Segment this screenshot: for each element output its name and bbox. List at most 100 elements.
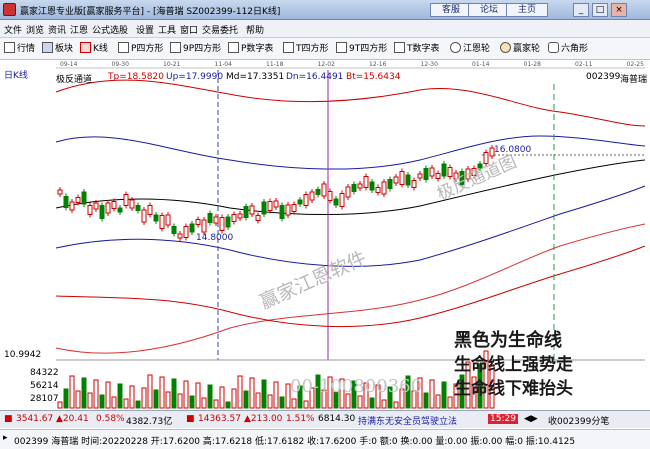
date-tick: 12-02 xyxy=(318,61,336,68)
candle-body xyxy=(411,180,417,188)
volume-bar xyxy=(147,374,153,409)
toolbar-winner-wheel-button[interactable]: 赢家轮 xyxy=(500,42,540,56)
volume-bar xyxy=(357,395,363,409)
toolbar-9p-square-button[interactable]: 9P四方形 xyxy=(170,42,221,56)
toolbar-kline-button[interactable]: K线 xyxy=(80,42,108,56)
date-tick: 09-30 xyxy=(112,61,130,68)
menu-news[interactable]: 资讯 xyxy=(48,23,66,36)
candle-body xyxy=(369,181,375,191)
volume-bar xyxy=(117,383,123,409)
candle-body xyxy=(429,167,435,177)
menu-bar: 文件 浏览 资讯 江恩 公式选股 设置 工具 窗口 交易委托 帮助 xyxy=(0,20,650,38)
candle-body xyxy=(135,205,141,211)
candle-body xyxy=(333,198,339,206)
candle-body xyxy=(171,226,177,234)
homepage-link[interactable]: 主页 xyxy=(506,3,548,17)
menu-settings[interactable]: 设置 xyxy=(136,23,154,36)
toolbar-gann-wheel-button[interactable]: 江恩轮 xyxy=(450,42,490,56)
candle-body xyxy=(303,194,309,206)
date-tick: 01-28 xyxy=(524,61,542,68)
candlestick-icon xyxy=(80,42,91,53)
toolbar-sector-button[interactable]: 板块 xyxy=(42,42,73,56)
forum-link[interactable]: 论坛 xyxy=(468,3,510,17)
candle-body xyxy=(285,204,291,216)
toolbar-9t-square-button[interactable]: 9T四方形 xyxy=(336,42,387,56)
table-p-icon xyxy=(228,42,239,53)
toolbar-p-table-button[interactable]: P数字表 xyxy=(228,42,273,56)
candle-body xyxy=(111,201,117,209)
volume-bar xyxy=(291,398,297,409)
grid-icon xyxy=(4,42,15,53)
menu-browse[interactable]: 浏览 xyxy=(26,23,44,36)
volume-bar xyxy=(429,379,435,409)
window-title: 赢家江恩专业版[赢家服务平台] - [海普瑞 SZ002399-112日K线] xyxy=(20,7,281,17)
candle-body xyxy=(345,186,351,198)
volume-bar xyxy=(381,399,387,409)
volume-bar xyxy=(423,392,429,409)
winner-wheel-icon xyxy=(500,42,511,53)
volume-bar xyxy=(207,384,213,409)
volume-bar xyxy=(93,379,99,409)
toolbar-hexagon-button[interactable]: 六角形 xyxy=(548,42,588,56)
date-tick: 02-11 xyxy=(575,61,593,68)
candle-body xyxy=(153,214,159,222)
sz-index-value: 14363.57 xyxy=(198,414,241,424)
detail-status-bar: ▸ 002399 海普瑞 时间:20220228 开:17.6200 高:17.… xyxy=(0,429,650,449)
detail-arrow-icon: ▸ xyxy=(3,433,8,443)
menu-trade[interactable]: 交易委托 xyxy=(202,23,238,36)
candle-body xyxy=(207,213,213,223)
candle-body xyxy=(315,189,321,195)
date-tick: 12-30 xyxy=(421,61,439,68)
volume-bar xyxy=(243,390,249,409)
candle-body xyxy=(105,202,111,214)
toolbar-t-square-button[interactable]: T四方形 xyxy=(283,42,329,56)
menu-gann[interactable]: 江恩 xyxy=(70,23,88,36)
candle-body xyxy=(321,183,327,197)
candle-body xyxy=(123,194,129,206)
candle-body xyxy=(201,219,207,233)
menu-help[interactable]: 帮助 xyxy=(246,23,264,36)
sh-index-value: 3541.67 xyxy=(16,414,54,424)
square-9p-icon xyxy=(170,42,181,53)
toolbar-t-table-button[interactable]: T数字表 xyxy=(394,42,440,56)
toolbar-quote-button[interactable]: 行情 xyxy=(4,42,35,56)
candle-body xyxy=(87,205,93,215)
title-bar: 赢家江恩专业版[赢家服务平台] - [海普瑞 SZ002399-112日K线] … xyxy=(0,0,650,20)
minimize-button[interactable]: _ xyxy=(573,3,589,17)
candle-body xyxy=(297,199,303,205)
candle-body xyxy=(351,184,357,192)
watch-label[interactable]: 收002399分笔 xyxy=(548,414,609,427)
sz-index-change: ▲213.00 xyxy=(244,414,283,424)
close-button[interactable]: × xyxy=(611,3,627,17)
candle-body xyxy=(165,214,171,226)
volume-bar xyxy=(213,399,219,409)
kline-chart[interactable]: 09-14 09-30 10-21 11-04 11-18 12-02 12-16 12-30… xyxy=(0,60,650,410)
menu-file[interactable]: 文件 xyxy=(4,23,22,36)
candle-body xyxy=(363,176,369,188)
candle-body xyxy=(309,191,315,201)
period-label: 日K线 xyxy=(4,71,28,81)
volume-bar xyxy=(201,397,207,409)
volume-bar xyxy=(189,395,195,409)
volume-icon: ◀▶ xyxy=(524,414,538,424)
menu-formula-pick[interactable]: 公式选股 xyxy=(92,23,128,36)
news-ticker[interactable]: 持满东无安全员驾驶立法 xyxy=(358,414,457,427)
legend-up: Up=17.9990 xyxy=(166,72,224,82)
maximize-button[interactable]: □ xyxy=(592,3,608,17)
candle-body xyxy=(129,199,135,209)
watermark-phone: 00-100800360 xyxy=(290,376,423,397)
volume-bar xyxy=(231,388,237,409)
volume-tick-1: 84322 xyxy=(30,368,59,378)
menu-window[interactable]: 窗口 xyxy=(180,23,198,36)
menu-tools[interactable]: 工具 xyxy=(158,23,176,36)
toolbar: 行情 板块 K线 P四方形 9P四方形 P数字表 T四方形 9T四方形 T数字表… xyxy=(0,38,650,60)
volume-bar xyxy=(81,377,87,409)
annotation-below: 生命线下难抬头 xyxy=(454,379,573,399)
volume-bar xyxy=(219,386,225,409)
toolbar-p-square-button[interactable]: P四方形 xyxy=(118,42,163,56)
sz-index-icon: ■ xyxy=(186,414,195,424)
service-link[interactable]: 客服 xyxy=(430,3,472,17)
hexagon-icon xyxy=(548,42,559,53)
candle-body xyxy=(69,201,75,211)
candle-body xyxy=(147,205,153,215)
